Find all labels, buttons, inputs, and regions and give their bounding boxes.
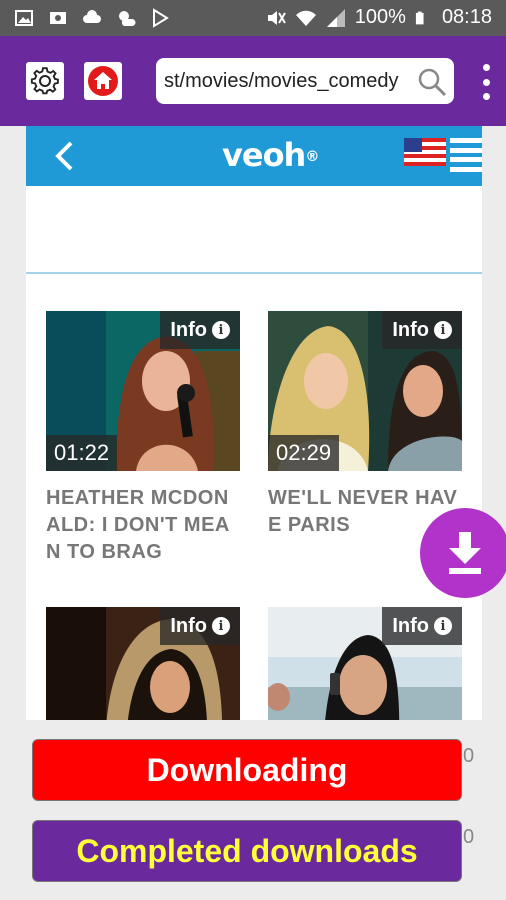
download-icon — [449, 532, 481, 574]
info-button[interactable]: Info i — [160, 311, 240, 349]
video-duration: 02:29 — [268, 435, 340, 471]
video-card[interactable]: Info i 01:22 HEATHER MCDONALD: I DON'T M… — [46, 311, 240, 566]
play-store-notification-icon — [153, 8, 169, 28]
app-toolbar: st/movies/movies_comedy — [0, 36, 506, 126]
web-content: veoh® Info i 01:22 HEATHER MCDONALD: I D… — [26, 126, 482, 720]
home-icon — [88, 66, 118, 96]
completed-count: 0 — [463, 826, 475, 848]
overflow-menu-button[interactable] — [480, 64, 492, 100]
info-button[interactable]: Info i — [382, 311, 462, 349]
veoh-logo[interactable]: veoh® — [222, 136, 319, 174]
hamburger-menu-icon[interactable] — [450, 138, 482, 172]
video-thumbnail[interactable]: Info i — [268, 607, 462, 720]
mute-icon — [267, 10, 286, 25]
weather-notification-icon — [119, 11, 136, 26]
settings-button[interactable] — [26, 62, 64, 100]
us-flag-icon[interactable] — [404, 138, 446, 166]
overflow-dot — [482, 93, 490, 100]
info-label: Info — [170, 614, 207, 637]
video-thumbnail[interactable]: Info i 01:22 — [46, 311, 240, 471]
signal-icon — [326, 8, 345, 27]
video-title[interactable]: HEATHER MCDONALD: I DON'T MEAN TO BRAG — [46, 485, 240, 566]
hamburger-line — [450, 166, 482, 172]
veoh-header: veoh® — [26, 126, 482, 186]
hamburger-line — [450, 138, 482, 143]
info-icon: i — [434, 321, 452, 339]
content-divider — [26, 272, 482, 274]
gear-icon — [30, 67, 59, 95]
video-card[interactable]: Info i — [46, 607, 240, 720]
battery-percent: 100% — [354, 6, 406, 28]
battery-icon — [415, 11, 424, 24]
cloud-notification-icon — [83, 10, 101, 23]
search-icon[interactable] — [416, 66, 448, 98]
downloading-label: Downloading — [146, 751, 348, 788]
veoh-logo-text: veoh — [222, 136, 306, 174]
registered-mark: ® — [305, 149, 319, 165]
wifi-icon — [295, 10, 316, 26]
clock: 08:18 — [441, 6, 492, 28]
info-label: Info — [170, 318, 207, 341]
info-label: Info — [392, 318, 429, 341]
status-bar: 100% 08:18 — [0, 0, 506, 36]
overflow-dot — [482, 78, 490, 86]
info-label: Info — [392, 614, 429, 637]
info-button[interactable]: Info i — [160, 607, 240, 645]
downloading-count: 0 — [463, 745, 475, 767]
home-button[interactable] — [84, 62, 122, 100]
hamburger-line — [450, 157, 482, 163]
completed-downloads-button[interactable]: Completed downloads — [32, 820, 462, 882]
back-chevron-icon[interactable] — [52, 140, 76, 172]
video-thumbnail[interactable]: Info i — [46, 607, 240, 720]
overflow-dot — [482, 64, 490, 71]
video-thumbnail[interactable]: Info i 02:29 — [268, 311, 462, 471]
info-icon: i — [212, 321, 230, 339]
info-button[interactable]: Info i — [382, 607, 462, 645]
gallery-notification-icon — [15, 10, 33, 26]
video-card[interactable]: Info i 02:29 WE'LL NEVER HAVE PARIS — [268, 311, 462, 539]
downloading-button[interactable]: Downloading — [32, 739, 462, 801]
completed-downloads-label: Completed downloads — [76, 832, 418, 869]
video-duration: 01:22 — [46, 435, 118, 471]
video-card[interactable]: Info i — [268, 607, 462, 720]
photo-notification-icon — [50, 12, 66, 24]
info-icon: i — [434, 617, 452, 635]
download-fab-button[interactable] — [420, 508, 506, 598]
hamburger-line — [450, 147, 482, 153]
url-bar[interactable]: st/movies/movies_comedy — [156, 58, 454, 104]
info-icon: i — [212, 617, 230, 635]
url-text: st/movies/movies_comedy — [164, 70, 399, 92]
